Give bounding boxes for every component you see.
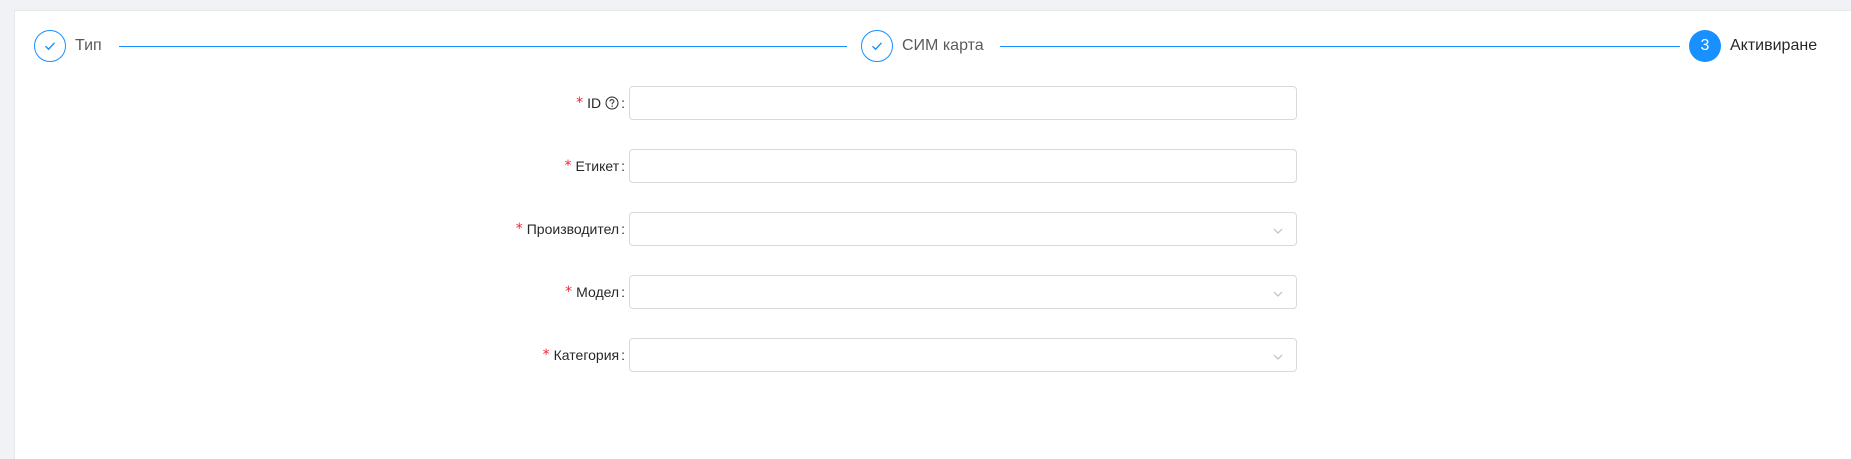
chevron-down-icon	[1272, 350, 1284, 362]
required-mark: *	[565, 284, 573, 300]
check-icon	[34, 30, 66, 62]
step-title: Тип	[75, 37, 102, 54]
id-input-wrapper	[629, 86, 1297, 120]
field-label: * Производител :	[516, 212, 633, 246]
label-input-wrapper	[629, 149, 1297, 183]
field-label: * Етикет :	[565, 149, 633, 183]
label-colon: :	[621, 284, 625, 300]
form-card: Тип СИМ карта 3 Активиране * ID : * Етик…	[14, 10, 1851, 459]
label-colon: :	[621, 158, 625, 174]
form-row-category: * Категория :	[15, 338, 1851, 372]
field-label-text: Категория	[553, 347, 620, 363]
label-colon: :	[621, 95, 625, 111]
step-number: 3	[1689, 30, 1721, 62]
step-connector	[119, 46, 847, 47]
form-row-label: * Етикет :	[15, 149, 1851, 183]
chevron-down-icon	[1272, 224, 1284, 236]
step-type[interactable]: Тип	[34, 30, 102, 62]
check-icon	[861, 30, 893, 62]
field-label: * Категория :	[543, 338, 633, 372]
required-mark: *	[542, 347, 550, 363]
step-sim-card[interactable]: СИМ карта	[861, 30, 984, 62]
label-colon: :	[621, 347, 625, 363]
id-input[interactable]	[630, 87, 1296, 119]
step-title: СИМ карта	[902, 37, 984, 54]
form-row-manufacturer: * Производител :	[15, 212, 1851, 246]
field-label-text: Производител	[526, 221, 620, 237]
field-label-text: Етикет	[575, 158, 620, 174]
form-row-model: * Модел :	[15, 275, 1851, 309]
required-mark: *	[515, 221, 523, 237]
field-label: * ID :	[576, 86, 633, 120]
required-mark: *	[564, 158, 572, 174]
form-row-id: * ID :	[15, 86, 1851, 120]
required-mark: *	[576, 95, 584, 111]
step-title: Активиране	[1730, 37, 1818, 54]
question-circle-icon[interactable]	[605, 96, 619, 110]
label-input[interactable]	[630, 150, 1296, 182]
field-label-text: ID	[587, 95, 602, 111]
chevron-down-icon	[1272, 287, 1284, 299]
step-activation[interactable]: 3 Активиране	[1689, 30, 1817, 62]
steps-bar: Тип СИМ карта 3 Активиране	[15, 11, 1851, 81]
category-select[interactable]	[629, 338, 1297, 372]
field-label: * Модел :	[565, 275, 633, 309]
label-colon: :	[621, 221, 625, 237]
step-connector	[1000, 46, 1680, 47]
field-label-text: Модел	[576, 284, 620, 300]
model-select[interactable]	[629, 275, 1297, 309]
manufacturer-select[interactable]	[629, 212, 1297, 246]
